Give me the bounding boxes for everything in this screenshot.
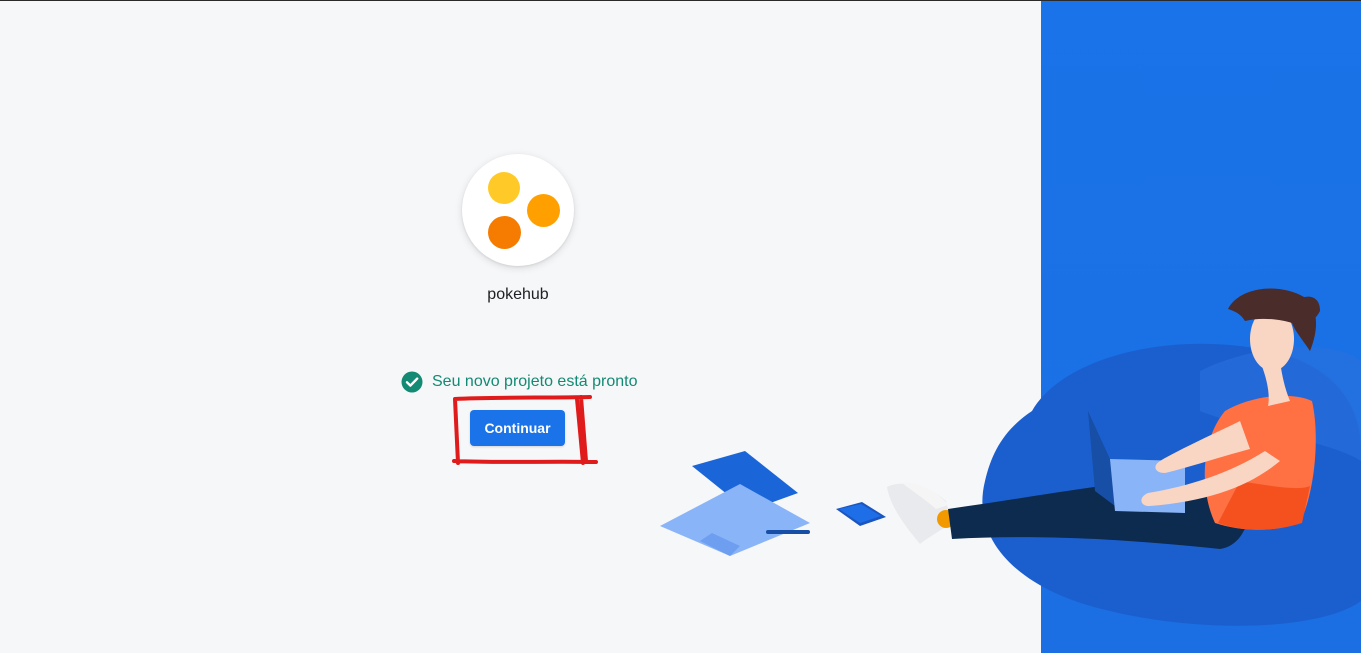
project-ready-status: Seu novo projeto está pronto (401, 371, 637, 393)
logo-dot-amber (527, 194, 560, 227)
continue-button[interactable]: Continuar (470, 410, 565, 446)
status-text: Seu novo projeto está pronto (432, 373, 638, 390)
project-name: pokehub (487, 286, 549, 303)
check-circle-icon (401, 371, 423, 393)
logo-dot-orange (488, 216, 521, 249)
project-logo (462, 154, 574, 266)
project-ready-page: pokehub Seu novo projeto está pronto Con… (0, 0, 1361, 653)
person-with-laptop-illustration (660, 288, 1361, 626)
logo-dot-yellow (488, 172, 520, 204)
